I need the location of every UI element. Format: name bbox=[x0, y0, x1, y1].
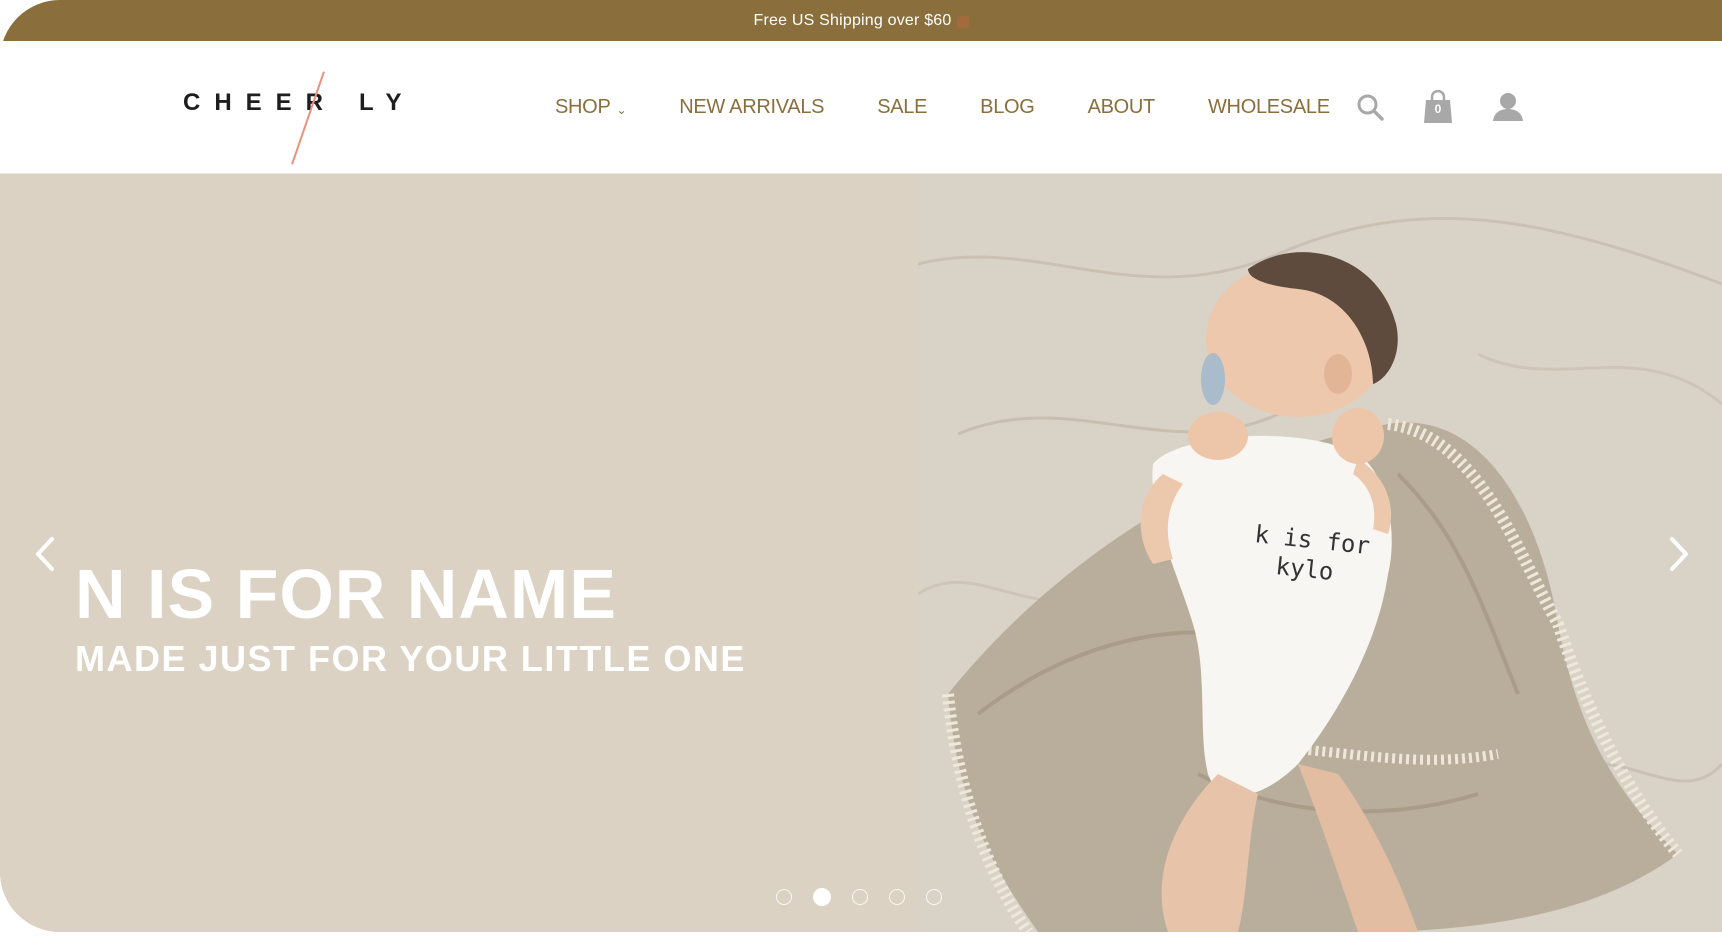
chevron-down-icon: ⌄ bbox=[616, 103, 627, 117]
page-frame: Free US Shipping over $60 CHEER LY SHOP ⌄… bbox=[0, 0, 1722, 932]
search-button[interactable] bbox=[1355, 92, 1385, 122]
brand-logo[interactable]: CHEER LY bbox=[183, 71, 401, 165]
nav-item-blog[interactable]: BLOG bbox=[980, 95, 1035, 119]
hero-title: N IS FOR NAME bbox=[75, 555, 617, 633]
slider-next-button[interactable] bbox=[1658, 529, 1698, 579]
search-icon bbox=[1357, 94, 1384, 121]
user-icon bbox=[1493, 93, 1523, 121]
account-button[interactable] bbox=[1491, 90, 1525, 124]
hero-slider: N IS FOR NAME MADE JUST FOR YOUR LITTLE … bbox=[0, 174, 1722, 932]
chevron-right-icon bbox=[1670, 537, 1688, 571]
slider-dot[interactable] bbox=[926, 889, 942, 905]
nav-item-label: ABOUT bbox=[1087, 95, 1156, 118]
hero-photo: k is for kylo bbox=[918, 174, 1722, 932]
nav-item-label: NEW ARRIVALS bbox=[679, 95, 825, 118]
logo-letters-right: LY bbox=[359, 89, 416, 116]
slider-dot[interactable] bbox=[776, 889, 792, 905]
nav-item-wholesale[interactable]: WHOLESALE bbox=[1208, 96, 1330, 119]
nav-item-label: WHOLESALE bbox=[1207, 95, 1330, 118]
package-icon bbox=[956, 14, 969, 29]
slider-dot[interactable] bbox=[889, 889, 905, 905]
hero-text-panel: N IS FOR NAME MADE JUST FOR YOUR LITTLE … bbox=[0, 174, 918, 932]
baby-photo-illustration: k is for kylo bbox=[918, 174, 1722, 932]
nav-item-shop[interactable]: SHOP ⌄ bbox=[555, 95, 627, 119]
slider-dot[interactable] bbox=[852, 889, 868, 905]
nav-item-new-arrivals[interactable]: NEW ARRIVALS bbox=[679, 96, 824, 119]
chevron-left-icon bbox=[36, 537, 54, 571]
site-header: CHEER LY SHOP ⌄ NEW ARRIVALS SALE BLOG AB… bbox=[0, 41, 1722, 174]
slider-dot-active[interactable] bbox=[813, 888, 831, 906]
cart-count: 0 bbox=[1434, 102, 1442, 116]
logo-slash bbox=[291, 71, 325, 165]
nav-item-label: SALE bbox=[877, 95, 928, 118]
hero-subtitle: MADE JUST FOR YOUR LITTLE ONE bbox=[75, 638, 746, 679]
main-nav: SHOP ⌄ NEW ARRIVALS SALE BLOG ABOUT WHOL… bbox=[555, 41, 1383, 173]
slider-prev-button[interactable] bbox=[26, 529, 66, 579]
announcement-text: Free US Shipping over $60 bbox=[753, 11, 952, 29]
slider-dots bbox=[776, 888, 963, 906]
header-icons: 0 bbox=[1355, 41, 1525, 173]
cart-button[interactable]: 0 bbox=[1423, 90, 1453, 124]
announcement-bar: Free US Shipping over $60 bbox=[0, 0, 1722, 41]
nav-item-label: SHOP bbox=[555, 95, 611, 118]
nav-item-sale[interactable]: SALE bbox=[877, 96, 927, 119]
nav-item-label: BLOG bbox=[980, 95, 1035, 118]
nav-item-about[interactable]: ABOUT bbox=[1087, 95, 1156, 119]
